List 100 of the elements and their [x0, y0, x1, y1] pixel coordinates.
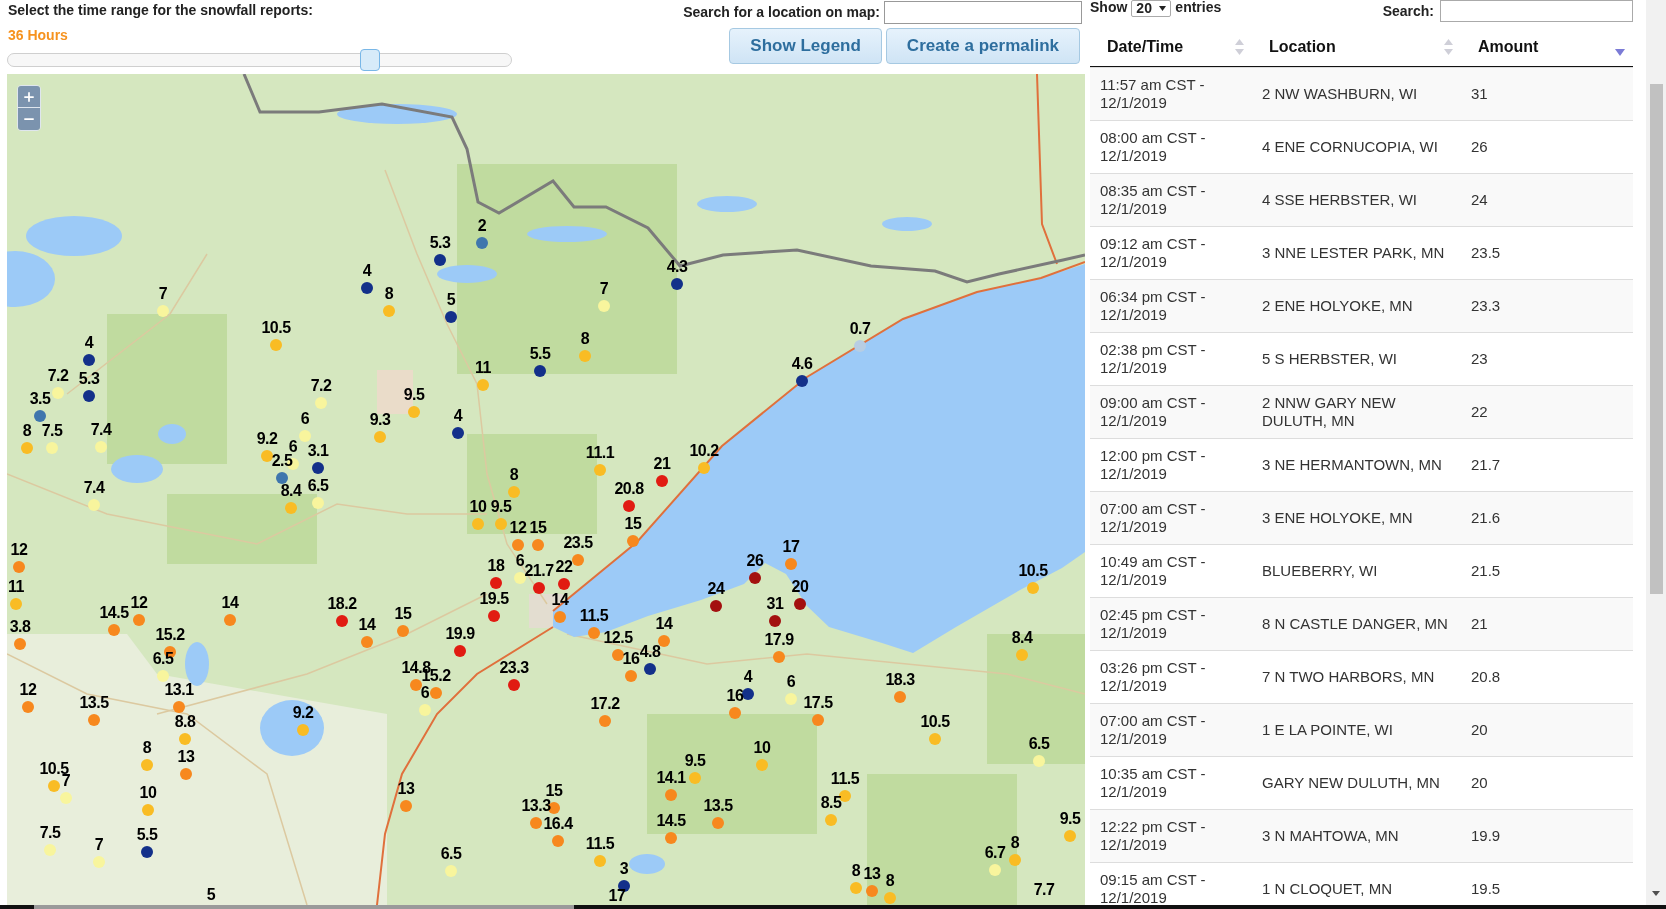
- table-cell-text: 23.5: [1470, 243, 1502, 263]
- scrollbar-thumb[interactable]: [1650, 84, 1663, 594]
- table-cell-text: 22: [1470, 402, 1489, 422]
- table-row[interactable]: 09:00 am CST - 12/1/2019 2 NNW GARY NEW DULUTH, MN 22: [1090, 385, 1633, 438]
- table-cell-text: 07:00 am CST - 12/1/2019: [1099, 711, 1207, 749]
- snowfall-amount: 6: [420, 685, 430, 701]
- snowfall-amount: 10: [139, 785, 157, 801]
- snowfall-amount: 8: [509, 467, 519, 483]
- snowfall-amount: 4: [84, 335, 94, 351]
- table-cell-text: 09:12 am CST - 12/1/2019: [1099, 234, 1207, 272]
- snowfall-amount: 9.3: [369, 412, 391, 428]
- column-header[interactable]: Date/Time: [1090, 28, 1252, 66]
- snowfall-amount: 12: [10, 542, 28, 558]
- table-cell-text: 08:35 am CST - 12/1/2019: [1099, 181, 1207, 219]
- table-row[interactable]: 06:34 pm CST - 12/1/2019 2 ENE HOLYOKE, MN 23.3: [1090, 279, 1633, 332]
- snowfall-amount: 9.2: [256, 431, 278, 447]
- table-cell-text: 02:45 pm CST - 12/1/2019: [1099, 605, 1207, 643]
- table-row[interactable]: 11:57 am CST - 12/1/2019 2 NW WASHBURN, WI 31: [1090, 67, 1633, 120]
- page-length-select[interactable]: 20: [1131, 0, 1172, 17]
- snowfall-amount: 20: [791, 579, 809, 595]
- snowfall-amount: 8: [142, 740, 152, 756]
- snowfall-amount: 7: [94, 837, 104, 853]
- snowfall-amount: 6: [515, 553, 525, 569]
- snowfall-amount: 4: [362, 263, 372, 279]
- snowfall-amount: 3.8: [9, 619, 31, 635]
- table-row[interactable]: 09:15 am CST - 12/1/2019 1 N CLOQUET, MN 19.5: [1090, 862, 1633, 905]
- snowfall-amount: 12.5: [603, 630, 633, 646]
- snowfall-amount: 14: [221, 595, 239, 611]
- snowfall-amount: 7.2: [47, 368, 69, 384]
- table-cell-text: 09:00 am CST - 12/1/2019: [1099, 393, 1207, 431]
- map-search-field[interactable]: [884, 1, 1082, 24]
- slider-thumb[interactable]: [360, 49, 381, 71]
- snowfall-amount: 6.5: [152, 651, 174, 667]
- time-range-value: 36 Hours: [8, 27, 68, 44]
- table-row[interactable]: 02:45 pm CST - 12/1/2019 8 N CASTLE DANGER, MN 21: [1090, 597, 1633, 650]
- horizontal-scrollbar[interactable]: [0, 905, 1666, 909]
- snowfall-amount: 19.5: [479, 591, 509, 607]
- snowfall-amount: 8: [580, 331, 590, 347]
- zoom-out-button[interactable]: [18, 108, 40, 130]
- snowfall-amount: 8: [22, 423, 32, 439]
- column-header[interactable]: Location: [1252, 28, 1461, 66]
- table-search-field[interactable]: [1440, 0, 1633, 22]
- table-cell-text: 26: [1470, 137, 1489, 157]
- column-header[interactable]: Amount: [1461, 28, 1633, 66]
- snowfall-amount: 3.5: [29, 391, 51, 407]
- table-cell-text: 06:34 pm CST - 12/1/2019: [1099, 287, 1207, 325]
- snowfall-amount: 9.5: [684, 753, 706, 769]
- snowfall-amount: 14.5: [656, 813, 686, 829]
- snowfall-amount: 6: [300, 411, 310, 427]
- action-button[interactable]: Show Legend: [729, 28, 882, 64]
- snowfall-amount: 15: [545, 783, 563, 799]
- table-cell-text: 3 NNE LESTER PARK, MN: [1261, 243, 1446, 263]
- snowfall-amount: 5.5: [136, 827, 158, 843]
- snowfall-amount: 20.8: [614, 481, 644, 497]
- snowfall-amount: 2.5: [271, 453, 293, 469]
- snowfall-amount: 7.5: [41, 423, 63, 439]
- snowfall-amount: 6.5: [440, 846, 462, 862]
- table-cell-text: 1 E LA POINTE, WI: [1261, 720, 1394, 740]
- snowfall-amount: 22: [555, 559, 573, 575]
- table-cell-text: 21.7: [1470, 455, 1502, 475]
- snowfall-amount: 17: [608, 888, 626, 904]
- table-cell-text: 2 ENE HOLYOKE, MN: [1261, 296, 1414, 316]
- caret-down-icon[interactable]: [1652, 891, 1660, 896]
- snowfall-amount: 10.5: [920, 714, 950, 730]
- table-cell-text: 12:00 pm CST - 12/1/2019: [1099, 446, 1207, 484]
- snowfall-amount: 14.1: [656, 770, 686, 786]
- table-cell-text: 20: [1470, 720, 1489, 740]
- snowfall-amount: 18.2: [327, 596, 357, 612]
- table-row[interactable]: 07:00 am CST - 12/1/2019 1 E LA POINTE, WI 20: [1090, 703, 1633, 756]
- snowfall-amount: 13.5: [703, 798, 733, 814]
- snowfall-amount: 5: [446, 292, 456, 308]
- snowfall-amount: 17.2: [590, 696, 620, 712]
- snowfall-amount: 10.5: [1018, 563, 1048, 579]
- snowfall-amount: 14.5: [99, 605, 129, 621]
- vertical-scrollbar[interactable]: [1646, 0, 1666, 905]
- snowfall-amount: 10: [753, 740, 771, 756]
- snowfall-amount: 12: [509, 520, 527, 536]
- table-cell-text: 20: [1470, 773, 1489, 793]
- snowfall-amount: 13.3: [521, 798, 551, 814]
- snowfall-amount: 7.5: [39, 825, 61, 841]
- snowfall-amount: 11.5: [585, 836, 615, 852]
- table-row[interactable]: 08:35 am CST - 12/1/2019 4 SSE HERBSTER, WI 24: [1090, 173, 1633, 226]
- zoom-in-button[interactable]: [18, 86, 40, 108]
- snowfall-amount: 24: [707, 581, 725, 597]
- snowfall-amount: 14: [655, 616, 673, 632]
- scrollbar-thumb[interactable]: [34, 905, 574, 909]
- table-cell-text: 31: [1470, 84, 1489, 104]
- action-button[interactable]: Create a permalink: [885, 28, 1080, 64]
- snowfall-amount: 10: [469, 499, 487, 515]
- snowfall-amount: 26: [746, 553, 764, 569]
- snowfall-amount: 7: [158, 286, 168, 302]
- map-search-label: Search for a location on map:: [683, 4, 880, 21]
- snowfall-amount: 15.2: [155, 627, 185, 643]
- snowfall-amount: 4: [453, 408, 463, 424]
- snowfall-amount: 8.4: [280, 483, 302, 499]
- table-cell-text: 5 S HERBSTER, WI: [1261, 349, 1399, 369]
- snowfall-amount: 4: [743, 669, 753, 685]
- snowfall-amount: 6.5: [307, 478, 329, 494]
- table-row[interactable]: 07:00 am CST - 12/1/2019 3 ENE HOLYOKE, MN 21.6: [1090, 491, 1633, 544]
- table-row[interactable]: 12:22 pm CST - 12/1/2019 3 N MAHTOWA, MN 19.9: [1090, 809, 1633, 862]
